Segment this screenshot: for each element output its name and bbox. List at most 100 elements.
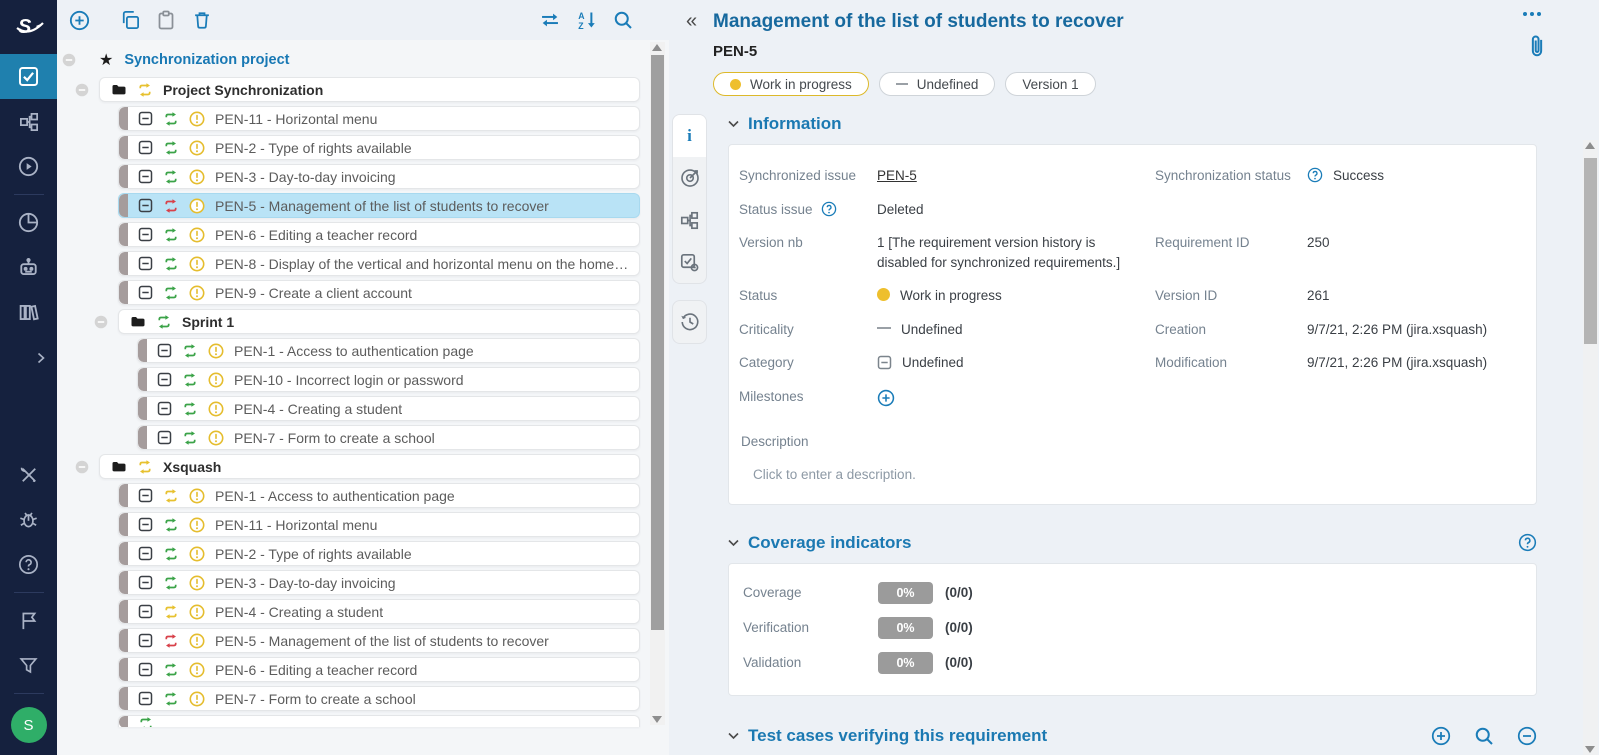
tab-information[interactable]: i — [673, 115, 706, 157]
tree-node[interactable]: Xsquash — [99, 454, 640, 479]
main-scrollbar[interactable] — [1583, 140, 1598, 755]
tree-node[interactable]: PEN-1 - Access to authentication page — [118, 483, 640, 508]
tree-node[interactable]: PEN-3 - Day-to-day invoicing — [118, 570, 640, 595]
drag-handle[interactable] — [138, 397, 147, 420]
drag-handle[interactable] — [119, 513, 128, 536]
sidebar-item-executions[interactable] — [0, 144, 57, 189]
tree-node[interactable]: PEN-5 - Management of the list of studen… — [118, 193, 640, 218]
tree-node[interactable]: PEN-7 - Form to create a school — [137, 425, 640, 450]
drag-handle[interactable] — [138, 426, 147, 449]
add-circle-icon[interactable] — [1431, 726, 1451, 746]
add-circle-icon[interactable] — [69, 10, 90, 31]
squash-logo[interactable]: S — [0, 0, 57, 54]
tree-node[interactable]: PEN-11 - Horizontal menu — [118, 106, 640, 131]
sidebar-item-milestones[interactable] — [0, 598, 57, 643]
tab-verifying-test-cases[interactable] — [673, 241, 706, 283]
help-icon[interactable] — [821, 201, 837, 217]
drag-handle[interactable] — [119, 165, 128, 188]
drag-handle[interactable] — [119, 136, 128, 159]
trash-icon[interactable] — [192, 10, 212, 30]
question-circle-icon[interactable] — [1518, 533, 1537, 552]
drag-handle[interactable] — [119, 542, 128, 565]
drag-handle[interactable] — [138, 368, 147, 391]
drag-handle[interactable] — [119, 281, 128, 304]
sort-az-icon[interactable]: AZ — [577, 10, 597, 30]
sidebar-item-help[interactable] — [0, 542, 57, 587]
tree-node[interactable]: PEN-2 - Type of rights available — [118, 135, 640, 160]
tree-node[interactable]: PEN-5 - Management of the list of studen… — [118, 628, 640, 653]
test-cases-section-header[interactable]: Test cases verifying this requirement — [728, 726, 1537, 746]
sidebar-item-requirements[interactable] — [0, 54, 57, 99]
search-icon[interactable] — [613, 10, 633, 30]
tree-scrollbar[interactable] — [650, 42, 665, 725]
tree-node[interactable]: PEN-7 - Form to create a school — [118, 686, 640, 711]
collapse-icon[interactable] — [75, 83, 89, 97]
tree-node[interactable] — [118, 715, 640, 727]
drag-handle[interactable] — [119, 223, 128, 246]
coverage-section-header[interactable]: Coverage indicators — [728, 533, 1537, 553]
tree-node[interactable]: PEN-4 - Creating a student — [137, 396, 640, 421]
pill-plain[interactable]: Version 1 — [1005, 72, 1095, 96]
sidebar-item-administration[interactable] — [0, 452, 57, 497]
tree-node[interactable]: PEN-9 - Create a client account — [118, 280, 640, 305]
field-value[interactable]: PEN-5 — [877, 159, 1145, 193]
collapse-panel-icon[interactable]: « — [686, 10, 713, 33]
sidebar-item-test-cases[interactable] — [0, 99, 57, 144]
sidebar-item-automation[interactable] — [0, 245, 57, 290]
drag-handle[interactable] — [119, 687, 128, 710]
drag-handle[interactable] — [119, 194, 128, 217]
tree-scrollbar-thumb[interactable] — [651, 55, 664, 630]
tree-node[interactable]: PEN-10 - Incorrect login or password — [137, 367, 640, 392]
pill-status[interactable]: Work in progress — [713, 72, 869, 96]
drag-handle[interactable] — [119, 658, 128, 681]
remove-circle-icon[interactable] — [1517, 726, 1537, 746]
tab-history[interactable] — [673, 301, 706, 343]
scroll-up-icon[interactable] — [1585, 142, 1595, 149]
scroll-up-icon[interactable] — [652, 44, 662, 51]
tree-node[interactable]: PEN-3 - Day-to-day invoicing — [118, 164, 640, 189]
drag-handle[interactable] — [119, 716, 128, 727]
tree-node[interactable]: PEN-6 - Editing a teacher record — [118, 222, 640, 247]
user-avatar[interactable]: S — [11, 707, 47, 743]
main-scrollbar-thumb[interactable] — [1584, 158, 1597, 344]
help-icon[interactable] — [1307, 167, 1323, 183]
sidebar-item-reporting[interactable] — [0, 200, 57, 245]
tree-node[interactable]: PEN-4 - Creating a student — [118, 599, 640, 624]
collapse-icon[interactable] — [62, 53, 76, 67]
sidebar-item-libraries[interactable] — [0, 290, 57, 335]
information-section-header[interactable]: Information — [728, 114, 1537, 134]
collapse-icon[interactable] — [94, 315, 108, 329]
drag-handle[interactable] — [119, 571, 128, 594]
swap-arrows-icon[interactable] — [539, 11, 561, 29]
tab-hierarchy[interactable] — [673, 199, 706, 241]
search-icon[interactable] — [1474, 726, 1494, 746]
drag-handle[interactable] — [119, 484, 128, 507]
tree-project-label[interactable]: Synchronization project — [124, 52, 289, 68]
drag-handle[interactable] — [119, 107, 128, 130]
add-circle-icon[interactable] — [877, 389, 895, 407]
collapse-icon[interactable] — [75, 460, 89, 474]
tree-node[interactable]: Project Synchronization — [99, 77, 640, 102]
tree-node[interactable]: Sprint 1 — [118, 309, 640, 334]
sidebar-expand-toggle[interactable] — [0, 335, 57, 380]
drag-handle[interactable] — [119, 629, 128, 652]
tree-node[interactable]: PEN-2 - Type of rights available — [118, 541, 640, 566]
sidebar-item-bugtracker[interactable] — [0, 497, 57, 542]
pill-undefined[interactable]: Undefined — [879, 72, 996, 96]
tree-node[interactable]: PEN-8 - Display of the vertical and hori… — [118, 251, 640, 276]
paste-icon[interactable] — [156, 10, 176, 30]
tree-node[interactable]: PEN-11 - Horizontal menu — [118, 512, 640, 537]
tree-node[interactable]: PEN-1 - Access to authentication page — [137, 338, 640, 363]
tab-coverage[interactable] — [673, 157, 706, 199]
more-menu-icon[interactable] — [1523, 12, 1541, 16]
sidebar-item-filter[interactable] — [0, 643, 57, 688]
drag-handle[interactable] — [119, 252, 128, 275]
drag-handle[interactable] — [138, 339, 147, 362]
drag-handle[interactable] — [119, 600, 128, 623]
description-field[interactable]: Click to enter a description. — [753, 467, 1526, 482]
scroll-down-icon[interactable] — [1585, 746, 1595, 753]
tree-node[interactable]: PEN-6 - Editing a teacher record — [118, 657, 640, 682]
scroll-down-icon[interactable] — [652, 716, 662, 723]
paperclip-icon[interactable] — [1527, 34, 1547, 60]
copy-icon[interactable] — [120, 10, 140, 30]
